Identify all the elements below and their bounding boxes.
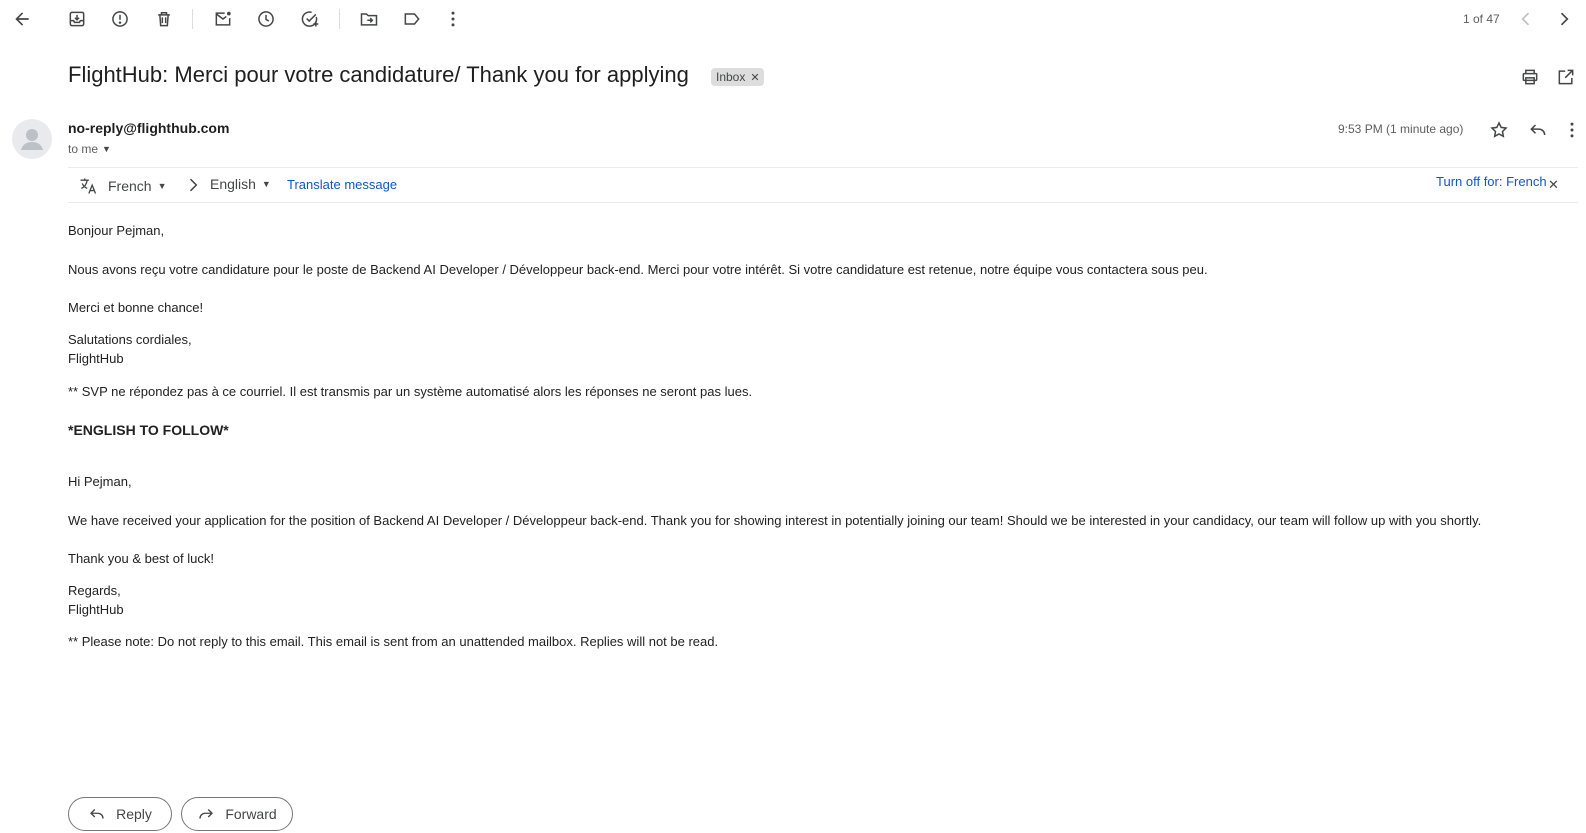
print-icon[interactable] [1514,61,1546,93]
remove-label-icon[interactable]: ✕ [750,71,759,84]
body-divider-heading: *ENGLISH TO FOLLOW* [68,422,229,438]
translate-message-link[interactable]: Translate message [287,177,397,192]
recipient-details[interactable]: to me ▼ [68,142,111,156]
source-language-label: French [108,178,152,194]
prev-icon[interactable] [1510,3,1542,35]
more-options-icon[interactable] [1560,114,1584,146]
body-en-signoff: Regards, [68,583,121,598]
body-en-paragraph: We have received your application for th… [68,513,1482,528]
email-subject: FlightHub: Merci pour votre candidature/… [68,62,689,87]
add-task-icon[interactable] [294,3,326,35]
body-fr-greeting: Bonjour Pejman, [68,223,165,238]
body-fr-signature: FlightHub [68,351,124,366]
forward-button-label: Forward [225,806,277,822]
toolbar-divider [339,9,340,29]
sender-address[interactable]: no-reply@flighthub.com [68,120,229,136]
avatar [12,119,52,159]
target-language-select[interactable]: English ▼ [210,176,271,192]
email-timestamp: 9:53 PM (1 minute ago) [1338,122,1464,136]
body-en-signature: FlightHub [68,602,124,617]
body-fr-paragraph: Nous avons reçu votre candidature pour l… [68,262,1208,277]
pagination-label: 1 of 47 [1463,12,1500,26]
body-fr-signoff: Salutations cordiales, [68,332,192,347]
body-en-closing: Thank you & best of luck! [68,551,214,566]
toolbar-divider [192,9,193,29]
archive-icon[interactable] [61,3,93,35]
more-icon[interactable] [437,3,469,35]
open-in-new-window-icon[interactable] [1550,61,1582,93]
reply-icon [90,809,104,819]
chevron-down-icon: ▼ [157,181,167,191]
reply-button-label: Reply [116,806,152,822]
forward-icon [199,809,214,819]
close-icon[interactable]: ✕ [1548,177,1559,193]
source-language-select[interactable]: French ▼ [78,176,167,196]
chevron-right-icon [183,175,203,200]
reply-button[interactable]: Reply [68,797,172,831]
star-icon[interactable] [1483,114,1515,146]
reply-icon[interactable] [1522,114,1554,146]
body-fr-closing: Merci et bonne chance! [68,300,204,315]
report-spam-icon[interactable] [104,3,136,35]
body-en-note: ** Please note: Do not reply to this ema… [68,634,719,649]
next-icon[interactable] [1548,3,1580,35]
snooze-icon[interactable] [250,3,282,35]
forward-button[interactable]: Forward [181,797,293,831]
chevron-down-icon: ▼ [261,179,271,189]
body-fr-note: ** SVP ne répondez pas à ce courriel. Il… [68,384,753,399]
body-en-greeting: Hi Pejman, [68,474,132,489]
back-icon[interactable] [6,3,38,35]
chevron-down-icon: ▼ [102,144,111,154]
translation-bar: French ▼ English ▼ Translate message Tur… [68,167,1578,203]
label-icon[interactable] [396,3,428,35]
move-to-icon[interactable] [353,3,385,35]
inbox-label-text: Inbox [716,70,746,84]
mark-unread-icon[interactable] [207,3,239,35]
translate-icon [80,178,97,194]
recipient-label: to me [68,142,99,156]
turn-off-translation-link[interactable]: Turn off for: French [1436,174,1547,189]
delete-icon[interactable] [148,3,180,35]
target-language-label: English [210,176,256,192]
inbox-label-chip[interactable]: Inbox ✕ [711,68,764,86]
